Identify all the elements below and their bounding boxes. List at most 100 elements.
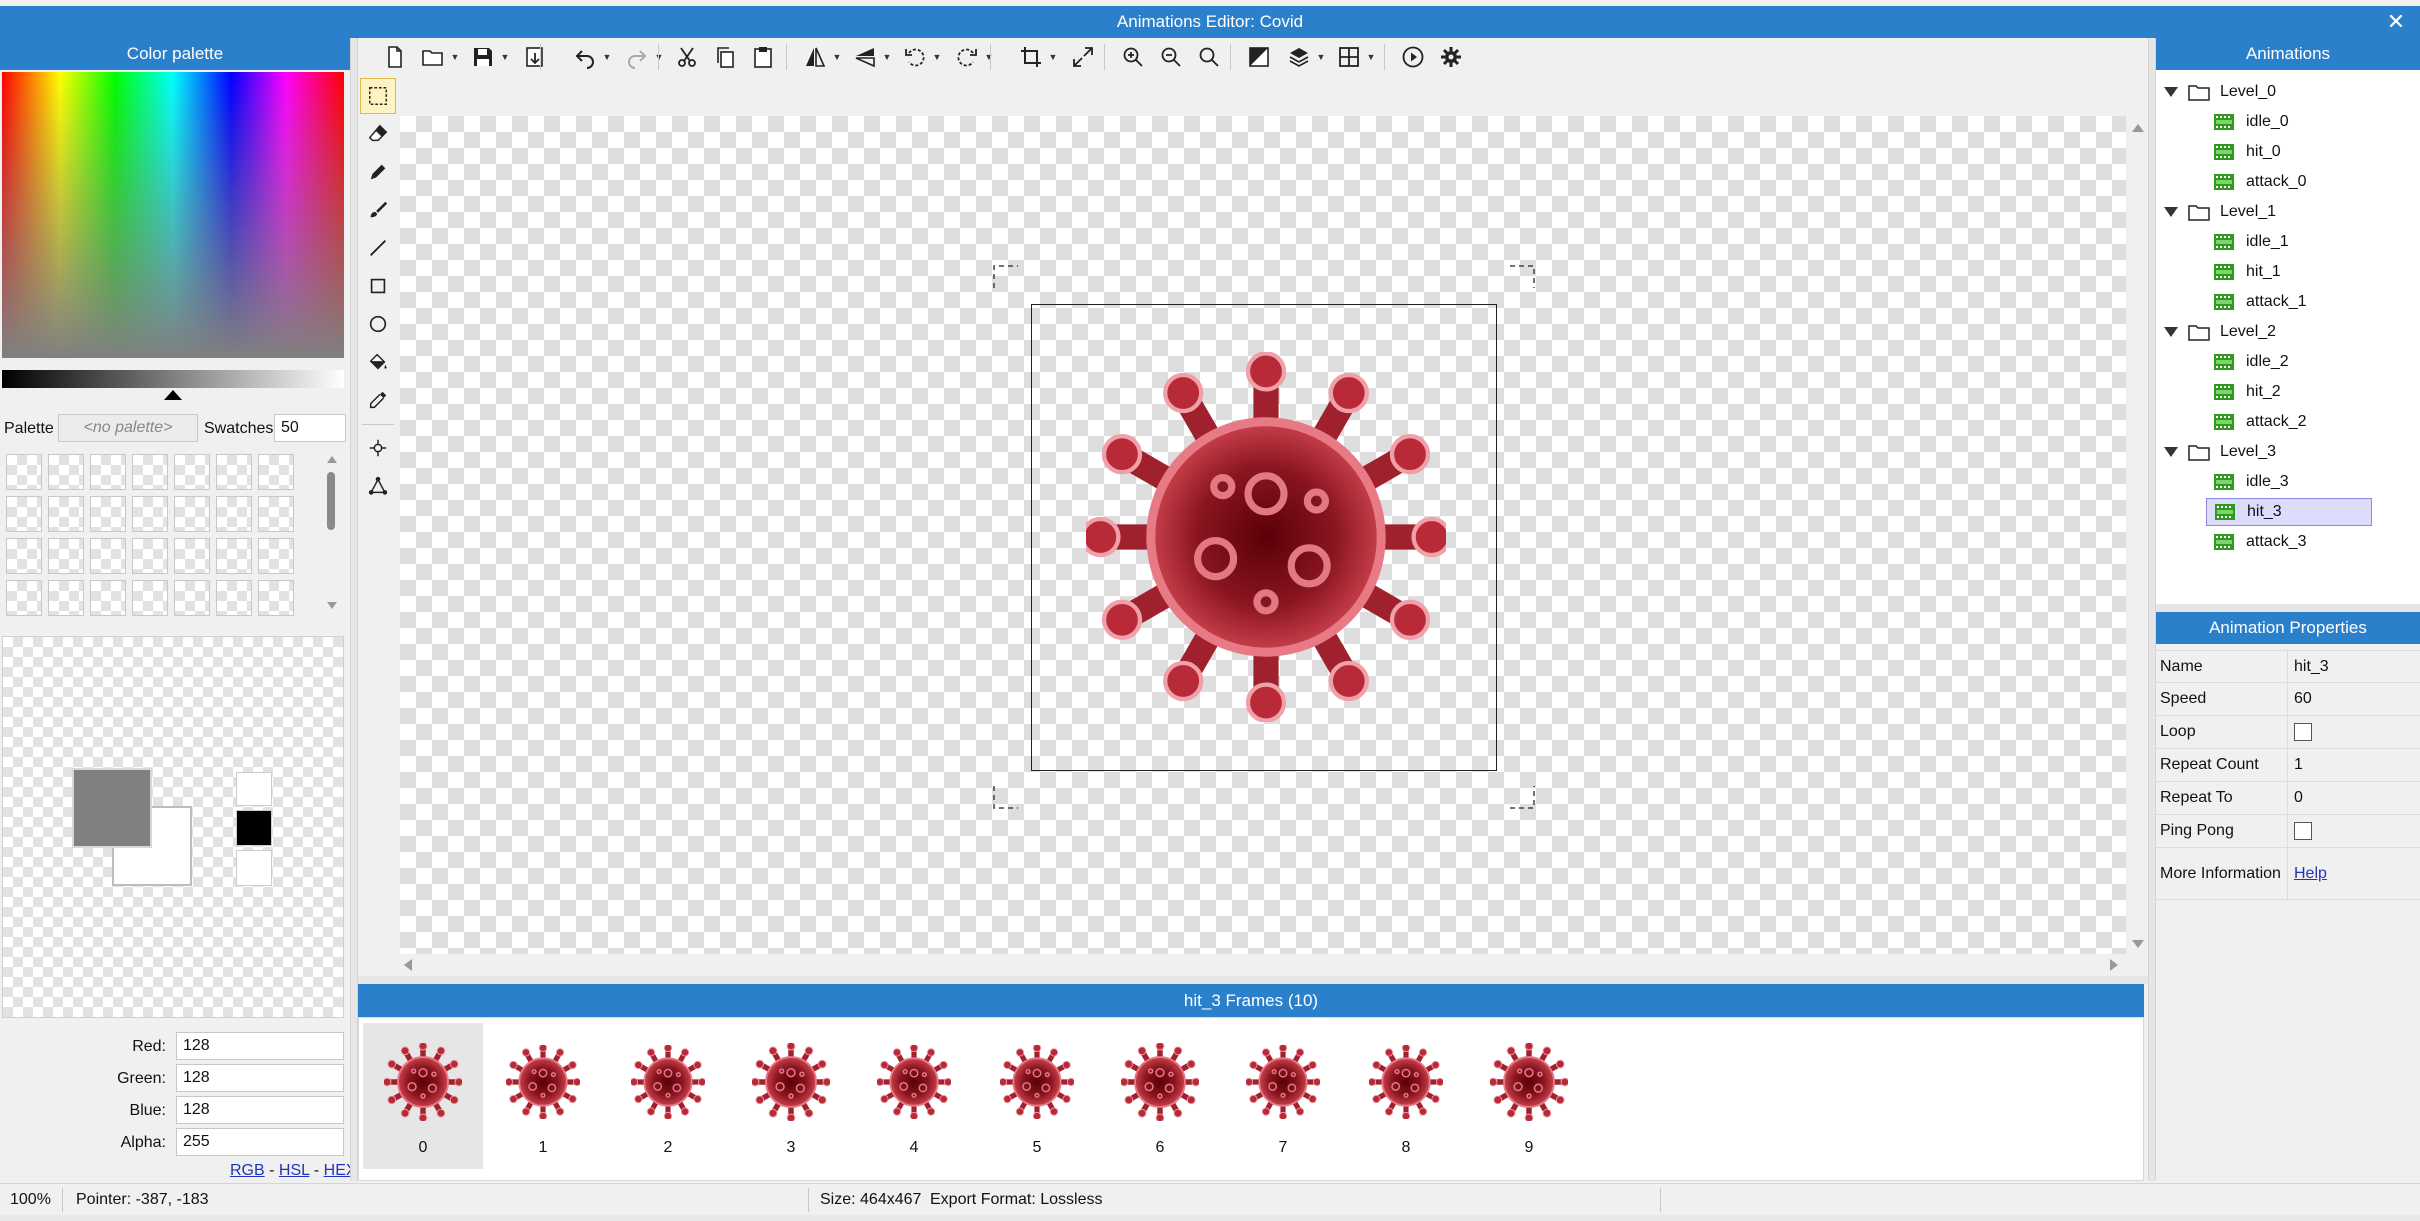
tree-item-attack_3[interactable]: attack_3 [2206,528,2372,556]
frame-thumbnail[interactable]: 8 [1346,1023,1466,1169]
dropdown-arrow-icon[interactable]: ▼ [1366,40,1376,74]
tree-item-hit_1[interactable]: hit_1 [2206,258,2372,286]
rectangle-icon[interactable] [360,268,396,304]
palette-swatch[interactable] [90,538,126,574]
rgb-link[interactable]: RGB [230,1162,265,1179]
primary-color-swatch[interactable] [72,768,152,848]
dropdown-arrow-icon[interactable]: ▼ [832,40,842,74]
preset-white-swatch-2[interactable] [236,850,272,886]
preset-white-swatch[interactable] [236,772,272,806]
expand-arrow-icon[interactable] [2164,327,2178,337]
pivot-icon[interactable] [360,430,396,466]
palette-swatch[interactable] [6,580,42,616]
panel-splitter[interactable] [2156,604,2420,612]
resize-icon[interactable] [1066,40,1100,74]
redo-icon[interactable] [620,40,654,74]
frame-thumbnail[interactable]: 5 [977,1023,1097,1169]
dropdown-arrow-icon[interactable]: ▼ [500,40,510,74]
tree-folder-level_1[interactable]: Level_1 [2164,198,2276,226]
panel-splitter[interactable] [350,38,358,1181]
pencil-icon[interactable] [360,154,396,190]
palette-swatch[interactable] [6,454,42,490]
undo-icon[interactable] [568,40,602,74]
tree-item-idle_0[interactable]: idle_0 [2206,108,2372,136]
scroll-up-icon[interactable] [327,456,337,463]
swatches-input[interactable]: 50 [274,414,346,442]
frame-thumbnail[interactable]: 0 [363,1023,483,1169]
palette-swatch[interactable] [258,580,294,616]
palette-swatch[interactable] [258,454,294,490]
alpha-input[interactable]: 255 [176,1128,344,1156]
frame-thumbnail[interactable]: 6 [1100,1023,1220,1169]
red-input[interactable]: 128 [176,1032,344,1060]
canvas-vertical-scrollbar[interactable] [2126,116,2148,958]
scrollbar-thumb[interactable] [327,472,335,530]
speed-input[interactable]: 60 [2288,683,2420,715]
expand-arrow-icon[interactable] [2164,207,2178,217]
tree-item-hit_0[interactable]: hit_0 [2206,138,2372,166]
scroll-down-icon[interactable] [327,602,337,609]
palette-swatch[interactable] [90,580,126,616]
palette-swatch[interactable] [258,496,294,532]
palette-swatch[interactable] [48,454,84,490]
tree-item-hit_3[interactable]: hit_3 [2206,498,2372,526]
frame-thumbnail[interactable]: 7 [1223,1023,1343,1169]
palette-swatch[interactable] [216,496,252,532]
export-icon[interactable] [518,40,552,74]
scroll-down-icon[interactable] [2132,940,2144,948]
frame-thumbnail[interactable]: 1 [483,1023,603,1169]
tree-item-attack_1[interactable]: attack_1 [2206,288,2372,316]
horizontal-splitter[interactable] [358,976,2148,984]
bone-icon[interactable] [360,468,396,504]
expand-arrow-icon[interactable] [2164,87,2178,97]
ellipse-icon[interactable] [360,306,396,342]
frame-thumbnail[interactable]: 4 [854,1023,974,1169]
preset-black-swatch[interactable] [236,810,272,846]
rotate-right-icon[interactable] [950,40,984,74]
paste-icon[interactable] [746,40,780,74]
tree-item-idle_3[interactable]: idle_3 [2206,468,2372,496]
palette-swatch[interactable] [216,538,252,574]
dropdown-arrow-icon[interactable]: ▼ [984,40,994,74]
frame-thumbnail[interactable]: 9 [1469,1023,1589,1169]
dropdown-arrow-icon[interactable]: ▼ [882,40,892,74]
invert-icon[interactable] [1242,40,1276,74]
dropdown-arrow-icon[interactable]: ▼ [932,40,942,74]
palette-swatch[interactable] [48,496,84,532]
tree-item-idle_1[interactable]: idle_1 [2206,228,2372,256]
fill-bucket-icon[interactable] [360,344,396,380]
palette-swatch[interactable] [132,454,168,490]
name-input[interactable]: hit_3 [2288,651,2420,682]
cut-icon[interactable] [670,40,704,74]
brightness-slider-thumb[interactable] [164,390,182,400]
palette-swatch[interactable] [174,538,210,574]
palette-swatch[interactable] [48,580,84,616]
help-link[interactable]: Help [2294,865,2327,883]
tree-folder-level_2[interactable]: Level_2 [2164,318,2276,346]
palette-swatch[interactable] [216,454,252,490]
zoom-out-icon[interactable] [1154,40,1188,74]
close-icon[interactable]: ✕ [2380,6,2412,38]
palette-swatch[interactable] [174,496,210,532]
dropdown-arrow-icon[interactable]: ▼ [1316,40,1326,74]
scroll-left-icon[interactable] [404,959,412,971]
save-icon[interactable] [466,40,500,74]
ping-pong-checkbox[interactable] [2294,822,2312,840]
swatch-scrollbar[interactable] [324,454,338,618]
palette-swatch[interactable] [6,538,42,574]
brightness-slider[interactable] [2,370,344,388]
expand-arrow-icon[interactable] [2164,447,2178,457]
tree-item-hit_2[interactable]: hit_2 [2206,378,2372,406]
eyedropper-icon[interactable] [360,382,396,418]
grid-icon[interactable] [1332,40,1366,74]
eraser-icon[interactable] [360,116,396,152]
color-spectrum-picker[interactable] [2,72,344,358]
palette-swatch[interactable] [132,580,168,616]
crop-icon[interactable] [1014,40,1048,74]
repeat-to-input[interactable]: 0 [2288,782,2420,814]
palette-swatch[interactable] [90,496,126,532]
panel-splitter[interactable] [2148,38,2156,1181]
brush-icon[interactable] [360,192,396,228]
flip-vertical-icon[interactable] [848,40,882,74]
rotate-left-icon[interactable] [898,40,932,74]
